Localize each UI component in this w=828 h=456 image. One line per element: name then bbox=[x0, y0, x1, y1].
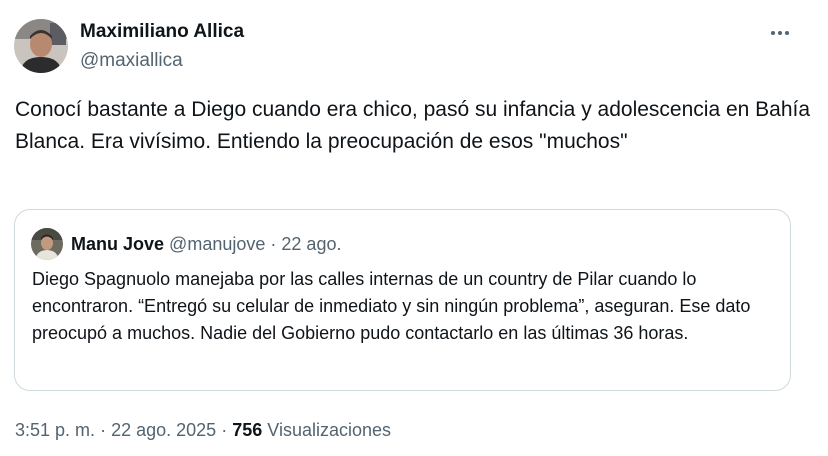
tweet-text: Conocí bastante a Diego cuando era chico… bbox=[15, 98, 811, 153]
tweet-footer: 3:51 p. m. · 22 ago. 2025 · 756 Visualiz… bbox=[15, 418, 391, 442]
footer-separator: · bbox=[100, 420, 107, 440]
tweet-card: Maximiliano Allica @maxiallica Conocí ba… bbox=[0, 0, 828, 456]
quoted-separator: · bbox=[270, 234, 277, 254]
tweet-date[interactable]: 22 ago. 2025 bbox=[111, 420, 216, 440]
footer-separator-2: · bbox=[221, 420, 228, 440]
quoted-tweet[interactable]: Manu Jove @manujove · 22 ago. Diego Spag… bbox=[14, 209, 791, 391]
tweet-time[interactable]: 3:51 p. m. bbox=[15, 420, 95, 440]
more-options-button[interactable] bbox=[762, 18, 798, 48]
quoted-date[interactable]: 22 ago. bbox=[281, 234, 341, 254]
quoted-header: Manu Jove @manujove · 22 ago. bbox=[71, 232, 341, 256]
author-avatar[interactable] bbox=[14, 19, 68, 73]
views-count: 756 bbox=[232, 420, 263, 440]
quoted-author-handle[interactable]: @manujove bbox=[169, 234, 265, 254]
views-label: Visualizaciones bbox=[267, 420, 392, 440]
quoted-author-name[interactable]: Manu Jove bbox=[71, 234, 164, 254]
quoted-author-avatar[interactable] bbox=[31, 228, 63, 260]
author-handle[interactable]: @maxiallica bbox=[80, 49, 183, 73]
author-name[interactable]: Maximiliano Allica bbox=[80, 20, 244, 44]
more-horizontal-icon bbox=[770, 31, 791, 35]
quoted-text: Diego Spagnuolo manejaba por las calles … bbox=[32, 269, 751, 343]
